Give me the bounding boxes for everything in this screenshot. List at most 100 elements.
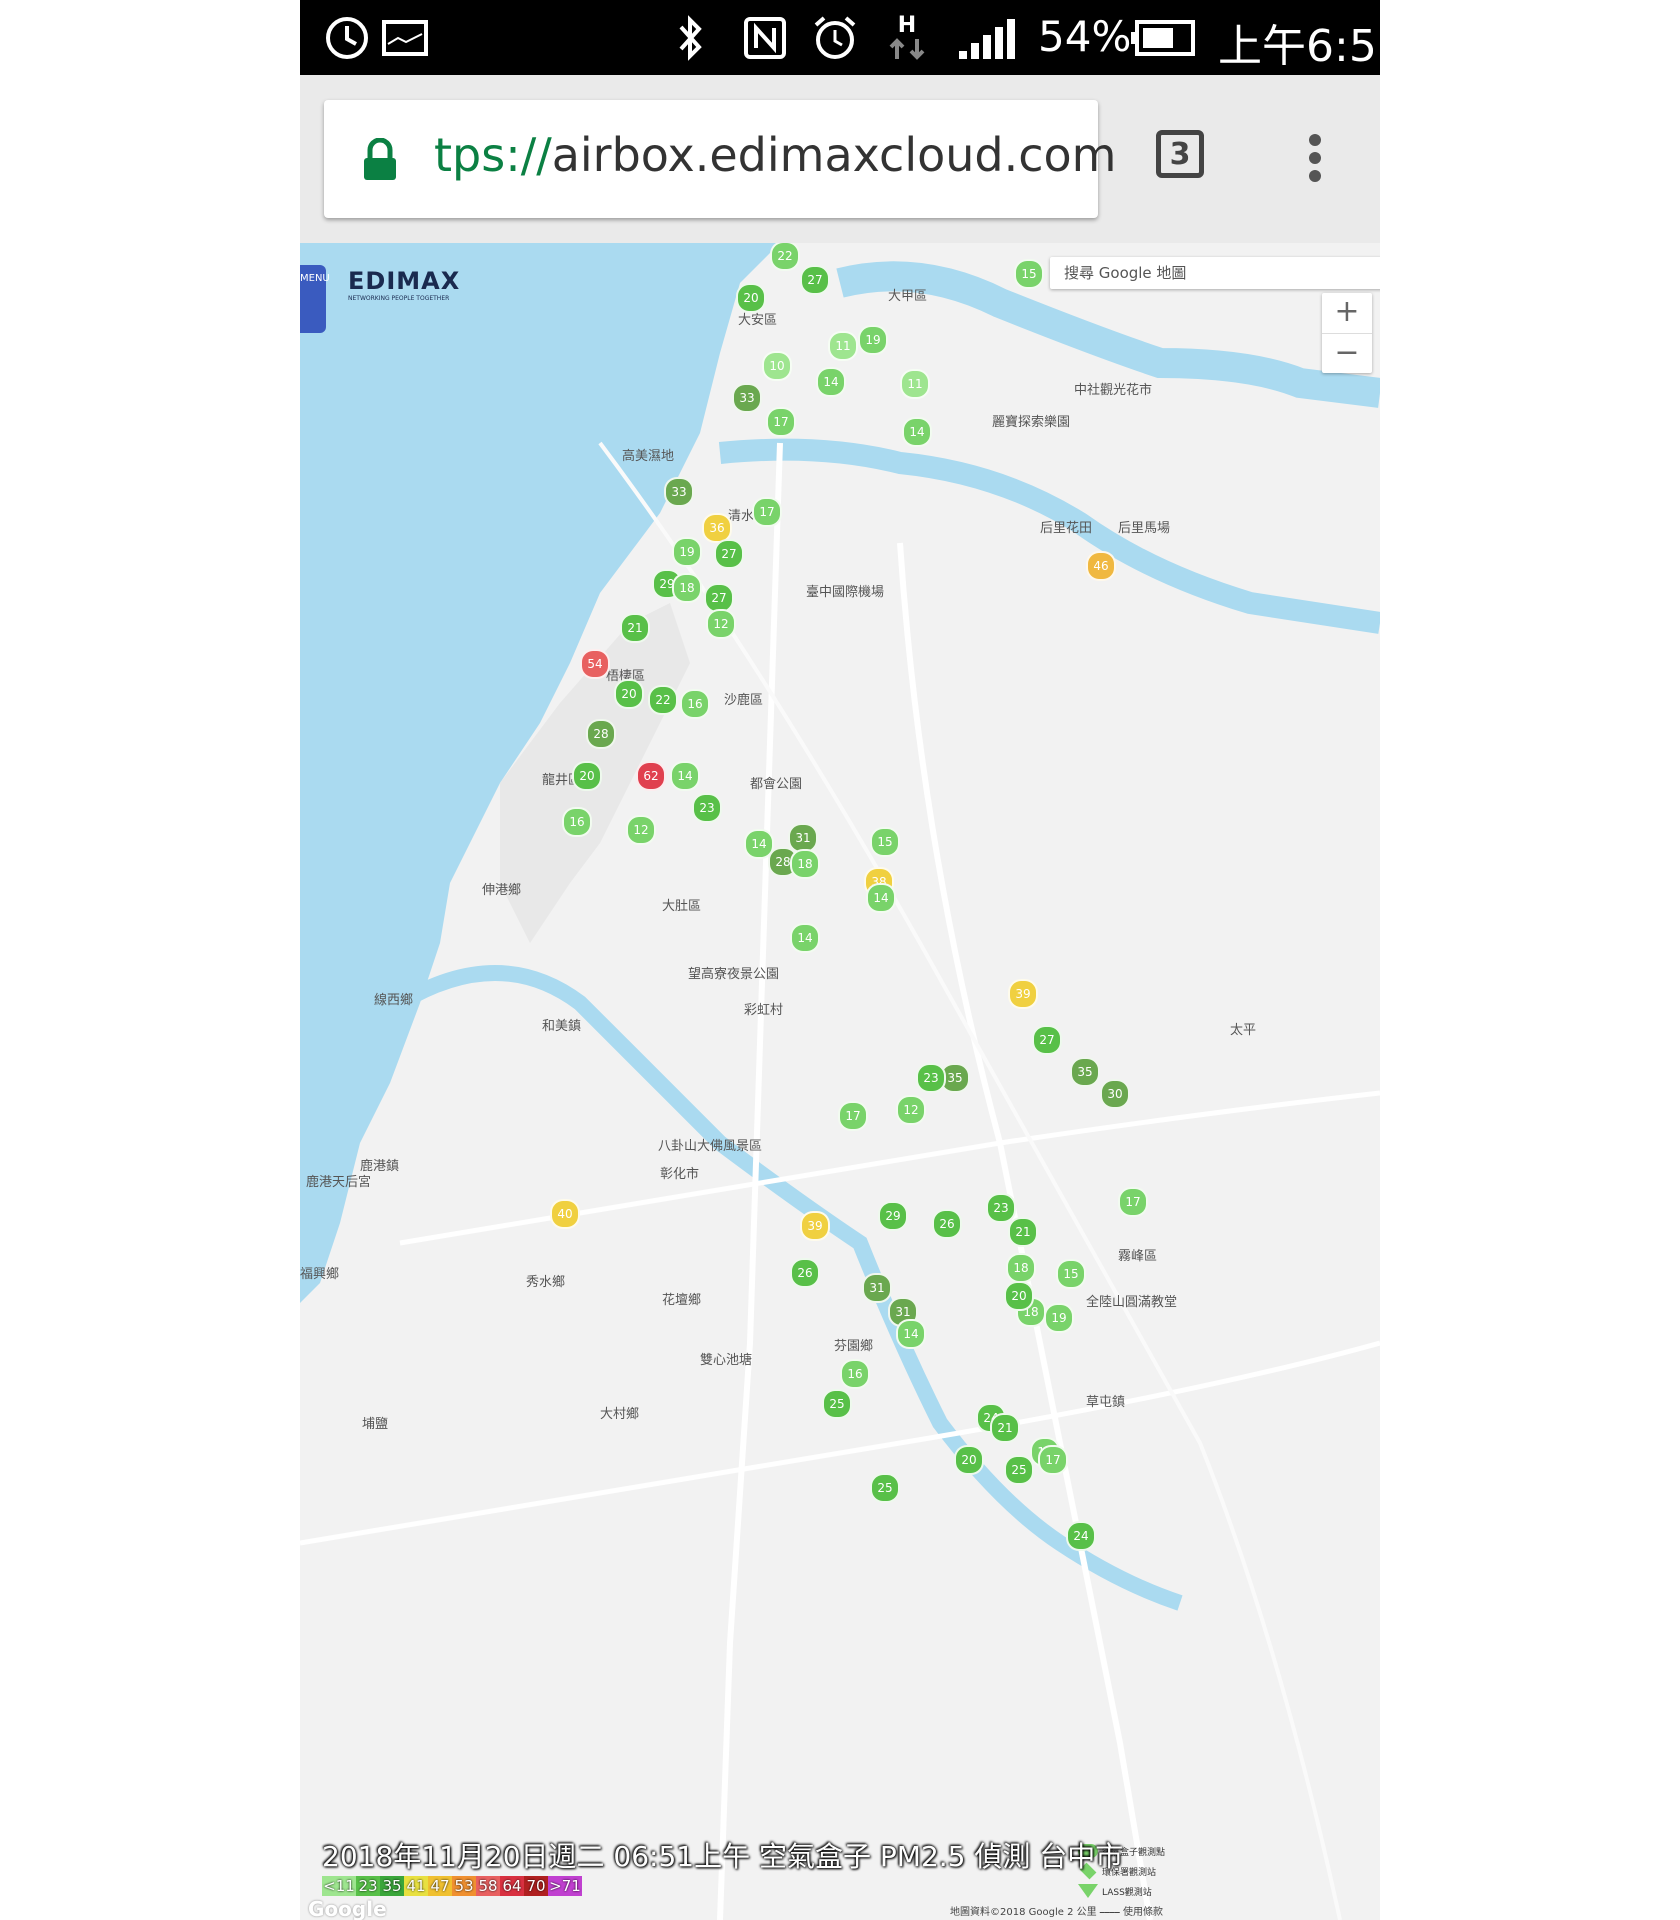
place-label: 和美鎮: [542, 1019, 582, 1034]
pm25-station-marker[interactable]: 15: [1014, 259, 1044, 289]
pm25-station-marker[interactable]: 17: [838, 1101, 868, 1131]
pm25-station-marker[interactable]: 20: [954, 1445, 984, 1475]
browser-toolbar: tps://airbox.edimaxcloud.com 3: [300, 75, 1380, 243]
pm25-station-marker[interactable]: 14: [670, 761, 700, 791]
place-label: 伸港鄉: [482, 883, 522, 898]
pm25-station-marker[interactable]: 24: [1066, 1521, 1096, 1551]
pm25-station-marker[interactable]: 23: [986, 1193, 1016, 1223]
tab-switcher-button[interactable]: 3: [1156, 130, 1204, 178]
place-label: 花壇鄉: [662, 1293, 702, 1308]
pm25-station-marker[interactable]: 18: [1006, 1253, 1036, 1283]
pm25-station-marker[interactable]: 20: [572, 761, 602, 791]
aqi-legend-swatch: 58: [476, 1876, 500, 1896]
pm25-station-marker[interactable]: 35: [1070, 1057, 1100, 1087]
place-label: 大甲區: [888, 289, 928, 304]
pm25-station-marker[interactable]: 17: [766, 407, 796, 437]
pm25-station-marker[interactable]: 19: [672, 537, 702, 567]
pm25-station-marker[interactable]: 25: [822, 1389, 852, 1419]
nfc-icon: [740, 8, 790, 68]
pm25-station-marker[interactable]: 10: [762, 351, 792, 381]
url-bar[interactable]: tps://airbox.edimaxcloud.com: [324, 100, 1116, 218]
place-label: 大村鄉: [600, 1407, 640, 1422]
pm25-station-marker[interactable]: 21: [620, 613, 650, 643]
logo-tagline: NETWORKING PEOPLE TOGETHER: [348, 295, 450, 302]
zoom-in-button[interactable]: +: [1322, 293, 1372, 334]
pm25-station-marker[interactable]: 28: [586, 719, 616, 749]
pm25-station-marker[interactable]: 17: [752, 497, 782, 527]
pm25-station-marker[interactable]: 23: [692, 793, 722, 823]
pm25-station-marker[interactable]: 30: [1100, 1079, 1130, 1109]
pm25-station-marker[interactable]: 12: [896, 1095, 926, 1125]
pm25-station-marker[interactable]: 29: [878, 1201, 908, 1231]
pm25-station-marker[interactable]: 33: [732, 383, 762, 413]
pm25-station-marker[interactable]: 40: [550, 1199, 580, 1229]
menu-tab[interactable]: MENU: [300, 265, 330, 333]
pm25-station-marker[interactable]: 18: [672, 573, 702, 603]
pm25-station-marker[interactable]: 19: [858, 325, 888, 355]
pm25-station-marker[interactable]: 62: [636, 761, 666, 791]
phone-screen: H 54% 上午6:51 tps://airbox.edimaxcloud.co…: [300, 0, 1380, 1920]
pm25-station-marker[interactable]: 25: [870, 1473, 900, 1503]
place-label: 太平: [1230, 1023, 1257, 1038]
pm25-station-marker[interactable]: 31: [862, 1273, 892, 1303]
image-notification-icon: [380, 8, 430, 68]
pm25-station-marker[interactable]: 21: [990, 1413, 1020, 1443]
pm25-station-marker[interactable]: 22: [770, 243, 800, 271]
aqi-legend-swatch: 64: [500, 1876, 524, 1896]
pm25-station-marker[interactable]: 18: [790, 849, 820, 879]
pm25-station-marker[interactable]: 16: [562, 807, 592, 837]
pm25-station-marker[interactable]: 14: [866, 883, 896, 913]
pm25-station-marker[interactable]: 20: [736, 283, 766, 313]
pm25-station-marker[interactable]: 14: [816, 367, 846, 397]
pm25-station-marker[interactable]: 54: [580, 649, 610, 679]
edimax-logo: EDIMAX NETWORKING PEOPLE TOGETHER: [348, 267, 460, 302]
pm25-station-marker[interactable]: 27: [714, 539, 744, 569]
status-bar: H 54% 上午6:51: [300, 0, 1380, 75]
pm25-station-marker[interactable]: 12: [626, 815, 656, 845]
pm25-station-marker[interactable]: 16: [680, 689, 710, 719]
pm25-station-marker[interactable]: 46: [1086, 551, 1116, 581]
place-label: 草屯鎮: [1086, 1395, 1126, 1410]
place-label: 大肚區: [662, 899, 702, 914]
aqi-legend-swatch: 23: [356, 1876, 380, 1896]
pm25-station-marker[interactable]: 27: [800, 265, 830, 295]
legend-lass: LASS觀測站: [1078, 1881, 1188, 1901]
pm25-station-marker[interactable]: 12: [706, 609, 736, 639]
pm25-station-marker[interactable]: 14: [790, 923, 820, 953]
pm25-station-marker[interactable]: 23: [916, 1063, 946, 1093]
pm25-station-marker[interactable]: 14: [896, 1319, 926, 1349]
pm25-station-marker[interactable]: 33: [664, 477, 694, 507]
clock-app-icon: [322, 8, 372, 68]
pm25-station-marker[interactable]: 15: [870, 827, 900, 857]
url-text[interactable]: tps://airbox.edimaxcloud.com: [434, 128, 1116, 182]
pm25-station-marker[interactable]: 20: [1004, 1281, 1034, 1311]
pm25-station-marker[interactable]: 27: [1032, 1025, 1062, 1055]
map-view[interactable]: MENU EDIMAX NETWORKING PEOPLE TOGETHER 搜…: [300, 243, 1380, 1920]
pm25-station-marker[interactable]: 17: [1038, 1445, 1068, 1475]
aqi-legend-swatch: 41: [404, 1876, 428, 1896]
pm25-station-marker[interactable]: 26: [932, 1209, 962, 1239]
pm25-station-marker[interactable]: 11: [828, 331, 858, 361]
pm25-station-marker[interactable]: 26: [790, 1258, 820, 1288]
pm25-station-marker[interactable]: 17: [1118, 1187, 1148, 1217]
place-label: 望高寮夜景公園: [688, 967, 780, 982]
overflow-menu-icon[interactable]: [1300, 130, 1330, 190]
pm25-station-marker[interactable]: 25: [1004, 1455, 1034, 1485]
map-base-layer: [300, 243, 1380, 1920]
pm25-station-marker[interactable]: 16: [840, 1359, 870, 1389]
pm25-station-marker[interactable]: 21: [1008, 1217, 1038, 1247]
pm25-station-marker[interactable]: 14: [902, 417, 932, 447]
pm25-station-marker[interactable]: 39: [800, 1211, 830, 1241]
aqi-legend-swatch: 35: [380, 1876, 404, 1896]
pm25-station-marker[interactable]: 15: [1056, 1259, 1086, 1289]
pm25-station-marker[interactable]: 39: [1008, 979, 1038, 1009]
google-maps-search[interactable]: 搜尋 Google 地圖: [1050, 257, 1380, 289]
pm25-station-marker[interactable]: 11: [900, 369, 930, 399]
pm25-station-marker[interactable]: 22: [648, 685, 678, 715]
signal-strength-icon: [955, 8, 1019, 68]
pm25-station-marker[interactable]: 20: [614, 679, 644, 709]
url-host: airbox.edimaxcloud.com: [551, 128, 1117, 182]
zoom-out-button[interactable]: −: [1322, 334, 1372, 374]
place-label: 高美濕地: [622, 449, 675, 464]
pm25-station-marker[interactable]: 19: [1044, 1303, 1074, 1333]
